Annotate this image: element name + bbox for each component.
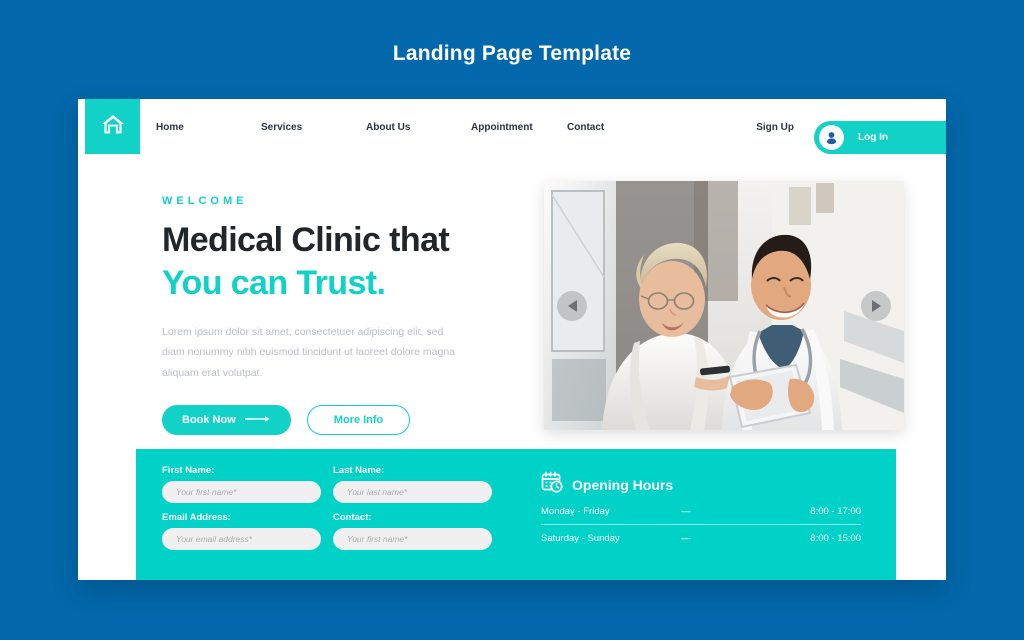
hero-headline-line2: You can Trust. [162, 263, 386, 302]
opening-hours-title: Opening Hours [572, 476, 674, 493]
hero-cta-row: Book Now More Info [162, 405, 512, 436]
carousel-prev-button[interactable] [557, 290, 587, 321]
arrow-right-icon [871, 299, 881, 312]
home-logo-button[interactable] [85, 99, 140, 154]
field-last-name: Last Name: [333, 465, 492, 503]
hero-photo [544, 181, 904, 430]
hero-paragraph: Lorem ipsum dolor sit amet, consectetuer… [162, 326, 456, 379]
nav-link-home[interactable]: Home [156, 122, 261, 133]
more-info-button[interactable]: More Info [306, 405, 411, 436]
hours-row: Saturday - Sunday — 8:00 - 15:00 [541, 525, 861, 552]
calendar-clock-icon [541, 471, 563, 498]
appointment-form-band: First Name: Last Name: Email Address: Co… [136, 449, 896, 580]
carousel-next-button[interactable] [861, 290, 891, 321]
field-first-name: First Name: [162, 465, 321, 503]
user-avatar-icon [819, 125, 844, 150]
log-in-label: Log In [858, 132, 888, 143]
email-address-label: Email Address: [162, 512, 231, 523]
nav-links: Home Services About Us Appointment Conta… [156, 99, 672, 155]
home-icon [100, 112, 126, 141]
contact-input[interactable] [333, 528, 492, 550]
nav-link-services[interactable]: Services [261, 122, 366, 133]
nav-link-contact[interactable]: Contact [567, 122, 672, 133]
last-name-label: Last Name: [333, 465, 385, 476]
hours-row: Monday - Friday — 8:00 - 17:00 [541, 498, 861, 525]
sign-up-link[interactable]: Sign Up [756, 99, 794, 155]
hero-headline: Medical Clinic that You can Trust. [162, 219, 512, 304]
hero-image-carousel[interactable] [544, 181, 904, 430]
hours-time: 8:00 - 15:00 [810, 533, 861, 544]
last-name-input[interactable] [333, 481, 492, 503]
arrow-right-icon [244, 414, 271, 426]
first-name-label: First Name: [162, 465, 215, 476]
hours-dash: — [681, 505, 691, 517]
hero-text-block: WELCOME Medical Clinic that You can Trus… [162, 195, 512, 436]
page-title: Landing Page Template [392, 42, 632, 65]
landing-page-mockup: Landing Page Template Home Services Abou… [0, 0, 1024, 640]
field-email-address: Email Address: [162, 512, 321, 550]
opening-hours-panel: Opening Hours Monday - Friday — 8:00 - 1… [541, 471, 861, 552]
contact-form: First Name: Last Name: Email Address: Co… [162, 465, 492, 550]
hours-dash: — [681, 533, 691, 544]
hours-day: Saturday - Sunday [541, 533, 620, 544]
nav-link-about-us[interactable]: About Us [366, 122, 471, 133]
field-contact: Contact: [333, 512, 492, 550]
hours-time: 8:00 - 17:00 [810, 505, 861, 517]
book-now-label: Book Now [182, 414, 236, 427]
hero-headline-line1: Medical Clinic that [162, 221, 450, 259]
hero-eyebrow: WELCOME [162, 195, 248, 207]
hours-day: Monday - Friday [541, 505, 610, 517]
more-info-label: More Info [333, 414, 384, 427]
log-in-button[interactable]: Log In [814, 121, 946, 154]
navigation-bar: Home Services About Us Appointment Conta… [78, 99, 946, 155]
book-now-button[interactable]: Book Now [162, 405, 291, 436]
contact-label: Contact: [333, 512, 372, 523]
nav-link-appointment[interactable]: Appointment [471, 122, 567, 133]
arrow-left-icon [567, 299, 577, 312]
opening-hours-header: Opening Hours [541, 471, 861, 498]
first-name-input[interactable] [162, 481, 321, 503]
email-address-input[interactable] [162, 528, 321, 550]
landing-page-card: Home Services About Us Appointment Conta… [78, 99, 946, 580]
